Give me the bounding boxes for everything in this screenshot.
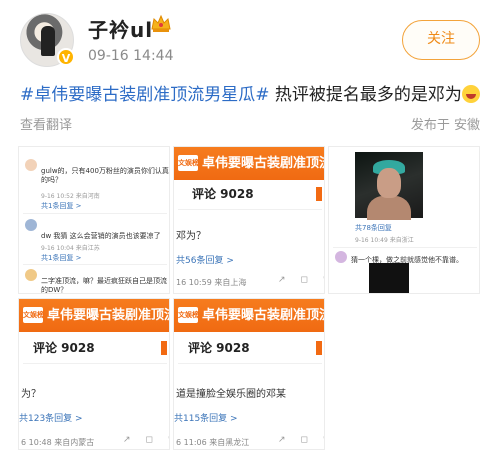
portrait-face xyxy=(377,168,401,198)
topic-banner: 文娱榜 卓伟要曝古装剧准顶流男星瓜 xyxy=(19,299,169,332)
image-card-photo[interactable]: 共78条回复 9-16 10:49 来自浙江 猜一个棵，做之前就感觉他不靠谱。 xyxy=(328,146,480,294)
portrait-body xyxy=(367,196,411,220)
divider xyxy=(23,363,167,364)
banner-title: 卓伟要曝古装剧准顶流男星瓜 xyxy=(202,308,324,323)
divider xyxy=(178,209,322,210)
comment-text: dw 我猜 这么会营销的演员也该要凉了 xyxy=(41,232,161,240)
commenter-avatar xyxy=(25,219,37,231)
comment-text: gulw的，只有400万粉丝的演员你们认真的吗？ xyxy=(41,167,169,184)
comment-snippet: 道是撞脸全娱乐圈的邓某 xyxy=(176,389,286,400)
image-card-comment-count[interactable]: 文娱榜 卓伟要曝古装剧准顶流男星瓜 评论 9028 为？ 共123条回复 > 6… xyxy=(18,298,170,450)
card-meta: 9-16 10:49 来自浙江 xyxy=(355,237,414,244)
reply-link[interactable]: 共56条回复 > xyxy=(176,253,234,266)
post-meta: 查看翻译 发布于 安徽 xyxy=(20,114,480,133)
reply-link[interactable]: 共115条回复 > xyxy=(174,411,238,424)
reply-link[interactable]: 共123条回复 > xyxy=(19,411,83,424)
comment-snippet: 邓为？ xyxy=(176,231,206,242)
reply-link[interactable]: 共78条回复 xyxy=(355,223,392,233)
comment-count: 评论 9028 xyxy=(33,341,95,355)
image-card-comment-count[interactable]: 文娱榜 卓伟要曝古装剧准顶流男星瓜 评论 9028 道是撞脸全娱乐圈的邓某 共1… xyxy=(173,298,325,450)
comment-count: 评论 9028 xyxy=(192,187,254,201)
avatar-figure xyxy=(41,26,55,56)
share-comment-like-icons: ↗ ◻ ♡ xyxy=(278,435,324,445)
divider xyxy=(23,213,167,214)
topic-banner: 文娱榜 卓伟要曝古装剧准顶流男星瓜 xyxy=(174,147,324,180)
count-tag xyxy=(161,341,167,355)
banner-title: 卓伟要曝古装剧准顶流男星瓜 xyxy=(202,156,324,171)
divider xyxy=(333,247,477,248)
attached-dark-image xyxy=(369,263,409,293)
post-header: V 子衿ul 09-16 14:44 关注 xyxy=(0,0,499,78)
comment-count: 评论 9028 xyxy=(188,341,250,355)
divider xyxy=(178,363,322,364)
comment-reply-link[interactable]: 共1条回复 > xyxy=(41,253,82,263)
translate-link[interactable]: 查看翻译 xyxy=(20,114,72,133)
count-tag xyxy=(316,341,322,355)
comment-text: 二字准顶流，嘛？最近疯狂跃自己是顶流的DW？ xyxy=(41,277,167,294)
crown-icon xyxy=(151,14,171,32)
commenter-avatar xyxy=(25,269,37,281)
banner-title: 卓伟要曝古装剧准顶流男星瓜 xyxy=(47,308,169,323)
follow-button[interactable]: 关注 xyxy=(402,20,480,60)
commenter-avatar xyxy=(335,251,347,263)
brand-logo: 文娱榜 xyxy=(23,307,44,323)
username[interactable]: 子衿ul xyxy=(88,14,153,43)
comment-meta: 9-16 10:52 来自河南 xyxy=(41,193,100,200)
post-body: 热评被提名最多的是邓为 xyxy=(269,85,462,105)
post-source: 发布于 安徽 xyxy=(410,118,480,133)
laughing-emoji-icon xyxy=(461,85,480,103)
comment-meta: 9-16 10:04 来自江苏 xyxy=(41,245,100,252)
post-text: #卓伟要曝古装剧准顶流男星瓜# 热评被提名最多的是邓为 xyxy=(20,83,490,107)
verified-badge: V xyxy=(57,48,75,66)
image-card-comments[interactable]: gulw的，只有400万粉丝的演员你们认真的吗？ 9-16 10:52 来自河南… xyxy=(18,146,170,294)
card-meta: 6 11:06 来自黑龙江 xyxy=(176,438,250,447)
topic-banner: 文娱榜 卓伟要曝古装剧准顶流男星瓜 xyxy=(174,299,324,332)
card-meta: 16 10:59 来自上海 xyxy=(176,278,247,287)
comment-snippet: 为？ xyxy=(21,389,41,400)
portrait-photo xyxy=(355,152,423,220)
share-comment-like-icons: ↗ ◻ ♡ xyxy=(123,435,169,445)
brand-logo: 文娱榜 xyxy=(178,155,199,171)
share-comment-like-icons: ↗ ◻ ♡ xyxy=(278,275,324,285)
hashtag-link[interactable]: #卓伟要曝古装剧准顶流男星瓜# xyxy=(20,85,270,105)
commenter-avatar xyxy=(25,159,37,171)
card-meta: 6 10:48 来自内蒙古 xyxy=(21,438,95,447)
brand-logo: 文娱榜 xyxy=(178,307,199,323)
post-timestamp: 09-16 14:44 xyxy=(88,48,174,64)
comment-reply-link[interactable]: 共1条回复 > xyxy=(41,201,82,211)
count-tag xyxy=(316,187,322,201)
image-card-comment-count[interactable]: 文娱榜 卓伟要曝古装剧准顶流男星瓜 评论 9028 邓为？ 共56条回复 > 1… xyxy=(173,146,325,294)
divider xyxy=(23,264,167,265)
